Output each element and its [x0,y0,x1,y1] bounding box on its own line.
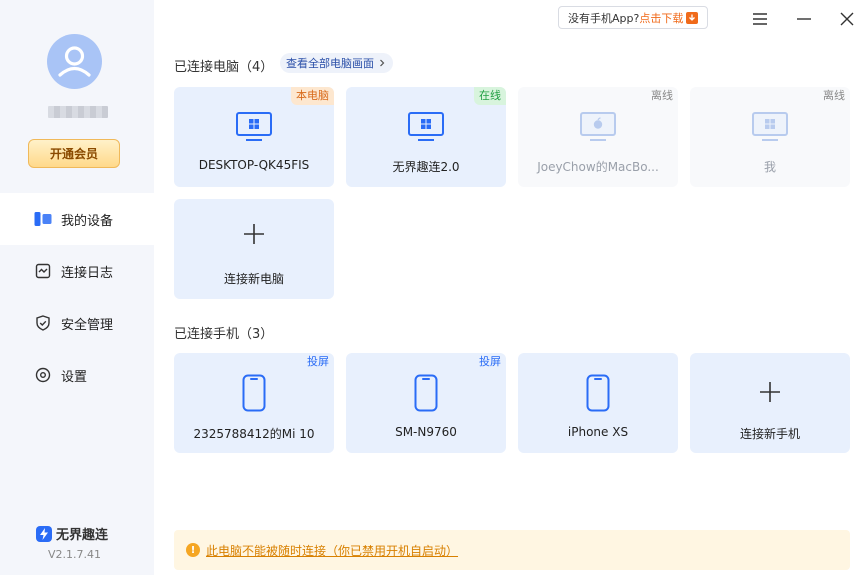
cast-badge[interactable]: 投屏 [302,353,334,371]
sidebar-item-my-devices[interactable]: 我的设备 [0,193,154,245]
hamburger-icon [753,13,767,25]
brand-name: 无界趣连 [56,528,109,543]
device-name: 2325788412的Mi 10 [193,427,315,441]
device-name: 我 [763,160,776,174]
chevron-right-icon [380,59,385,67]
add-phone-label: 连接新手机 [739,427,800,441]
brand: 无界趣连 [36,524,108,543]
avatar[interactable] [47,34,102,89]
windows-monitor-icon [236,112,272,141]
sidebar: 开通会员 我的设备 连接日志 安全管理 设置 无界趣连 V2.1.7.41 [0,0,154,575]
menu-button[interactable] [746,6,774,32]
sidebar-item-label: 连接日志 [61,265,114,281]
windows-monitor-icon [408,112,444,141]
pc-card[interactable]: 本电脑 DESKTOP-QK45FIS [174,87,334,187]
status-badge: 在线 [474,87,506,105]
user-icon [58,46,91,77]
warning-icon: ! [186,543,200,557]
view-all-pcs-link[interactable]: 查看全部电脑画面 [280,53,393,73]
windows-monitor-icon [752,112,788,141]
minimize-icon [797,18,811,20]
promo-text: 没有手机App? [568,11,640,25]
phone-card[interactable]: 投屏 2325788412的Mi 10 [174,353,334,453]
pc-card[interactable]: 离线 JoeyChow的MacBo... [518,87,678,187]
status-badge: 离线 [823,89,845,102]
autostart-notice: ! 此电脑不能被随时连接（你已禁用开机自启动） [174,530,850,570]
add-pc-button[interactable]: 连接新电脑 [174,199,334,299]
sidebar-nav: 我的设备 连接日志 安全管理 设置 [0,193,154,401]
sidebar-item-connection-log[interactable]: 连接日志 [0,245,154,297]
devices-icon [33,209,53,229]
username-blurred [48,106,108,118]
shield-icon [33,313,53,333]
sidebar-item-settings[interactable]: 设置 [0,349,154,401]
status-badge: 本电脑 [291,87,334,105]
plus-icon [244,224,264,244]
minimize-button[interactable] [790,6,818,32]
device-name: DESKTOP-QK45FIS [198,158,310,172]
brand-logo-icon [36,525,52,542]
status-badge: 离线 [651,89,673,102]
device-name: 无界趣连2.0 [392,160,460,174]
mac-monitor-icon [580,112,616,141]
close-button[interactable] [833,6,861,32]
log-icon [33,261,53,281]
phone-card[interactable]: 投屏 SM-N9760 [346,353,506,453]
view-all-label: 查看全部电脑画面 [286,57,374,70]
pc-card[interactable]: 在线 无界趣连2.0 [346,87,506,187]
device-name: JoeyChow的MacBo... [537,160,659,174]
sidebar-item-label: 设置 [61,369,88,385]
phones-section-title: 已连接手机（3） [174,327,274,342]
device-name: iPhone XS [567,425,629,439]
phone-icon [586,374,610,412]
phone-card[interactable]: iPhone XS [518,353,678,453]
autostart-notice-link[interactable]: 此电脑不能被随时连接（你已禁用开机自启动） [206,542,458,559]
vip-button[interactable]: 开通会员 [28,139,120,168]
close-icon [840,12,854,26]
app-download-promo[interactable]: 没有手机App? 点击下载 [558,6,709,29]
app-version: V2.1.7.41 [48,548,102,561]
download-icon [686,11,699,24]
settings-icon [33,365,53,385]
add-pc-label: 连接新电脑 [223,272,284,286]
sidebar-item-label: 安全管理 [61,317,114,333]
sidebar-item-label: 我的设备 [61,213,114,229]
promo-link[interactable]: 点击下载 [639,10,683,26]
plus-icon [760,382,780,402]
pc-card[interactable]: 离线 我 [690,87,850,187]
cast-badge[interactable]: 投屏 [474,353,506,371]
phone-icon [414,374,438,412]
device-name: SM-N9760 [395,425,457,439]
pcs-section-title: 已连接电脑（4） [174,60,274,75]
add-phone-button[interactable]: 连接新手机 [690,353,850,453]
phone-icon [242,374,266,412]
sidebar-item-security[interactable]: 安全管理 [0,297,154,349]
